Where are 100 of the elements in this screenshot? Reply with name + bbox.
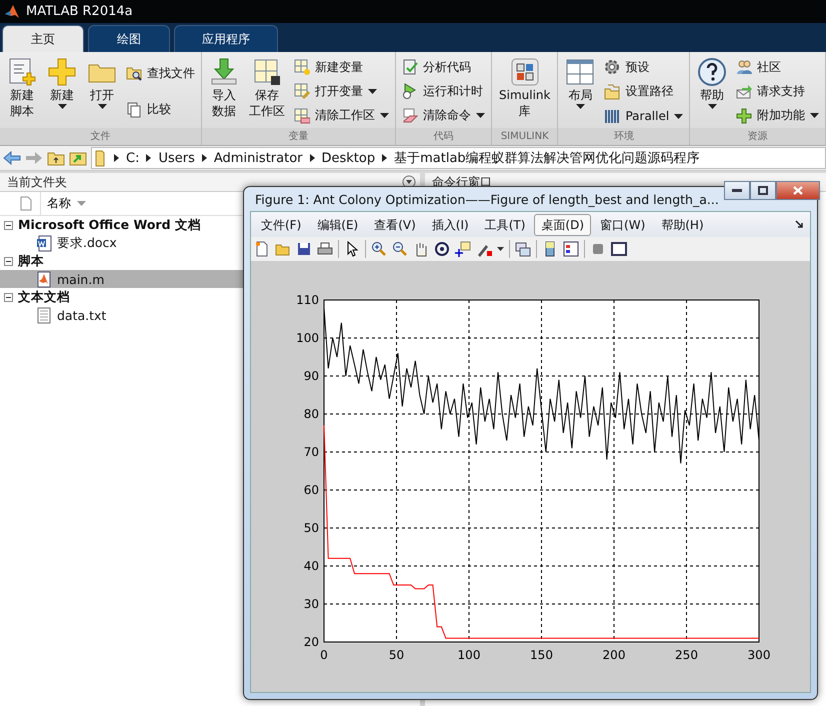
ribbon-button[interactable]: 导入 数据: [206, 55, 242, 128]
ribbon-button[interactable]: 打开变量: [292, 82, 391, 101]
menu-item[interactable]: 插入(I): [424, 214, 476, 236]
axis-tick-label: 50: [304, 521, 319, 535]
ribbon-button[interactable]: 打开: [84, 55, 120, 128]
menu-item[interactable]: 查看(V): [367, 214, 423, 236]
download-arrow-icon: [209, 57, 239, 87]
zoom-out-icon[interactable]: [392, 241, 408, 257]
eraser-icon: [402, 108, 418, 124]
axis-tick-label: 50: [388, 648, 404, 662]
ribbon-button[interactable]: 布局: [562, 55, 598, 128]
back-arrow-icon[interactable]: [3, 151, 21, 165]
collapse-icon[interactable]: [4, 292, 13, 302]
grid-plus-icon: [294, 59, 310, 76]
menu-item[interactable]: 编辑(E): [310, 214, 366, 236]
axis-tick-label: 100: [458, 648, 480, 662]
breadcrumb-arrow-icon: [310, 154, 314, 162]
matlab-logo-icon: [4, 4, 20, 20]
ribbon-button[interactable]: 比较: [124, 100, 197, 120]
ribbon-button[interactable]: 清除命令: [400, 106, 487, 126]
people-icon: [736, 59, 752, 76]
rotate-icon[interactable]: [434, 241, 450, 257]
maximize-icon: [758, 186, 768, 195]
ribbon-button[interactable]: 预设: [602, 58, 686, 77]
maximize-button[interactable]: [750, 181, 776, 200]
breadcrumb-arrow-icon: [202, 154, 207, 162]
menu-item[interactable]: 窗口(W): [593, 214, 652, 236]
ribbon-button[interactable]: 新建变量: [292, 58, 391, 77]
minimize-button[interactable]: [724, 181, 750, 200]
axis-tick-label: 90: [304, 369, 319, 383]
square-icon[interactable]: [590, 241, 606, 257]
column-header[interactable]: 名称: [40, 192, 86, 215]
folder-search-icon: [126, 65, 142, 82]
ribbon-button[interactable]: 设置路径: [602, 82, 686, 102]
data-cursor-icon[interactable]: [455, 241, 471, 257]
minimize-icon: [732, 188, 742, 192]
ribbon-tab[interactable]: 应用程序: [174, 25, 278, 52]
ribbon-button[interactable]: 社区: [734, 58, 822, 77]
bars-icon: [604, 108, 620, 124]
breadcrumb-arrow-icon: [382, 154, 388, 162]
zoom-in-icon[interactable]: [371, 241, 387, 257]
file-row[interactable]: data.txt: [0, 306, 243, 324]
path-segment[interactable]: Desktop: [322, 150, 376, 166]
file-row[interactable]: 要求.docx: [0, 234, 243, 252]
ribbon-button[interactable]: Simulink 库: [496, 55, 554, 128]
figure-title: Figure 1: Ant Colony Optimization——Figure of length_best and length_a...: [255, 192, 719, 206]
caret-icon[interactable]: [497, 247, 504, 251]
window-title: MATLAB R2014a: [26, 4, 133, 19]
path-segment[interactable]: C:: [126, 150, 140, 166]
axis-tick-label: 250: [675, 648, 698, 662]
word-document-icon: [36, 234, 52, 252]
save-icon[interactable]: [296, 241, 312, 257]
ribbon-button[interactable]: Parallel: [602, 107, 686, 126]
layout-icon: [565, 57, 596, 87]
script-file-icon: [36, 270, 52, 288]
new-file-icon[interactable]: [254, 241, 270, 257]
plus-icon: [47, 57, 77, 87]
axis-tick-label: 110: [296, 293, 319, 307]
menu-item[interactable]: 文件(F): [254, 214, 308, 236]
legend-icon[interactable]: [563, 241, 579, 257]
ribbon-button[interactable]: 新建 脚本: [4, 55, 40, 128]
up-folder-icon[interactable]: [47, 150, 65, 166]
group-heading: 文本文档: [18, 288, 70, 306]
ribbon-button[interactable]: 查找文件: [124, 64, 197, 83]
collapse-icon[interactable]: [4, 220, 13, 230]
ribbon-button[interactable]: 帮助: [694, 55, 730, 128]
group-heading: Microsoft Office Word 文档: [18, 216, 201, 234]
envelope-arrow-icon: [736, 83, 752, 100]
panel-title: 当前文件夹: [7, 174, 67, 190]
close-button[interactable]: [776, 181, 820, 200]
menu-item[interactable]: 帮助(H): [654, 214, 711, 236]
ribbon-button[interactable]: 清除工作区: [292, 106, 391, 126]
folder-icon: [95, 149, 107, 167]
ribbon-button[interactable]: 请求支持: [734, 82, 822, 101]
ribbon-button[interactable]: 分析代码: [400, 58, 487, 77]
path-segment[interactable]: Users: [158, 150, 195, 166]
axis-tick-label: 100: [296, 331, 319, 345]
ribbon-button[interactable]: 附加功能: [734, 106, 822, 126]
ribbon-tab[interactable]: 主页: [2, 25, 84, 52]
link-plot-icon[interactable]: [515, 241, 531, 257]
ribbon-button[interactable]: 保存 工作区: [246, 55, 288, 128]
collapse-icon[interactable]: [4, 256, 13, 266]
menu-item[interactable]: 桌面(D): [534, 214, 592, 236]
menu-item[interactable]: 工具(T): [478, 214, 532, 236]
frame-icon[interactable]: [611, 241, 627, 257]
play-clock-icon: [402, 83, 418, 100]
axis-tick-label: 20: [304, 635, 319, 649]
path-segment[interactable]: Administrator: [214, 150, 302, 166]
ribbon-button[interactable]: 新建: [44, 55, 80, 128]
group-heading: 脚本: [18, 252, 44, 270]
ribbon-tab[interactable]: 绘图: [88, 25, 170, 52]
dock-arrow-icon[interactable]: [795, 220, 804, 229]
path-segment[interactable]: 基于matlab编程蚁群算法解决管网优化问题源码程序: [394, 149, 700, 167]
ribbon-button[interactable]: 运行和计时: [400, 82, 487, 101]
printer-icon[interactable]: [317, 241, 333, 257]
folders-icon: [604, 84, 620, 100]
path-bar[interactable]: C: Users Administrator Desktop 基于matlab编程蚁群算法解决管网优化问题源码程序: [91, 147, 826, 169]
axis-tick-label: 70: [304, 445, 319, 459]
group-label: 变量: [202, 128, 395, 145]
file-row[interactable]: main.m: [0, 270, 243, 288]
